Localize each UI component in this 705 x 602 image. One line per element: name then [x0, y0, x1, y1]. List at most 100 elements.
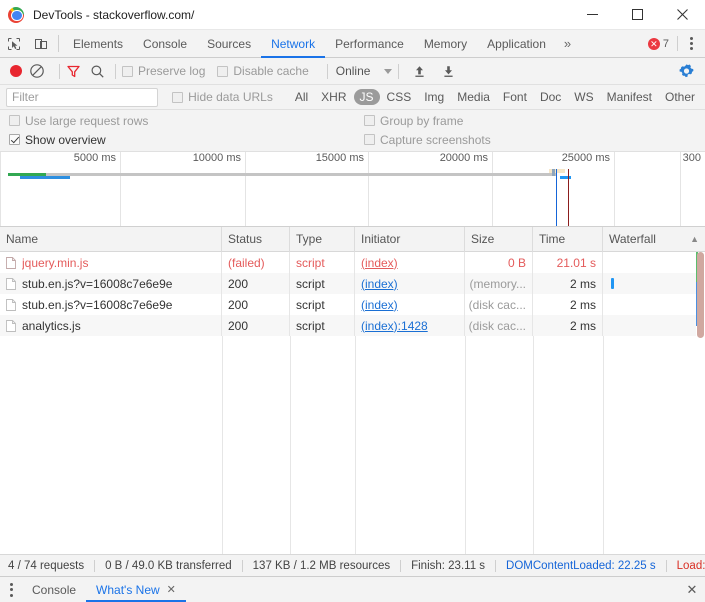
inspect-element-icon[interactable]: [0, 30, 27, 57]
toolbar-divider: [326, 63, 328, 79]
tab-memory[interactable]: Memory: [414, 30, 477, 57]
column-header-initiator[interactable]: Initiator: [355, 227, 465, 252]
status-divider: [495, 559, 497, 572]
status-value: 200: [228, 276, 249, 291]
type-filter-media[interactable]: Media: [451, 89, 496, 105]
window-title: DevTools - stackoverflow.com/: [33, 7, 195, 22]
type-filter-all[interactable]: All: [289, 89, 314, 105]
request-name: analytics.js: [22, 318, 81, 333]
status-divider: [94, 559, 96, 572]
show-overview-checkbox[interactable]: Show overview: [9, 133, 364, 147]
drawer-tab-console[interactable]: Console: [22, 577, 86, 602]
column-header-waterfall[interactable]: Waterfall ▲: [603, 227, 705, 252]
type-filter-xhr[interactable]: XHR: [315, 89, 352, 105]
hide-data-urls-label: Hide data URLs: [188, 90, 273, 104]
import-har-up-arrow-icon[interactable]: [412, 64, 427, 79]
tab-elements[interactable]: Elements: [63, 30, 133, 57]
export-har-down-arrow-icon[interactable]: [441, 64, 456, 79]
overview-window-handle-left[interactable]: [552, 169, 555, 176]
gear-icon[interactable]: [678, 63, 695, 80]
initiator-link[interactable]: (index): [361, 298, 398, 312]
column-header-size[interactable]: Size: [465, 227, 533, 252]
type-filter-other[interactable]: Other: [659, 89, 701, 105]
funnel-filter-icon[interactable]: [66, 64, 81, 79]
cell-waterfall: [603, 315, 705, 336]
tab-label: Elements: [73, 36, 124, 51]
group-by-frame-checkbox[interactable]: Group by frame: [364, 114, 463, 128]
script-file-icon: [6, 319, 16, 332]
toolbar-divider: [58, 35, 59, 52]
cell-type: script: [290, 273, 355, 294]
table-row[interactable]: stub.en.js?v=16008c7e6e9e 200 script (in…: [0, 273, 705, 294]
tab-sources[interactable]: Sources: [197, 30, 261, 57]
type-filter-font[interactable]: Font: [497, 89, 533, 105]
cell-time: 2 ms: [533, 315, 603, 336]
status-value: (failed): [228, 255, 265, 270]
use-large-request-rows-checkbox[interactable]: Use large request rows: [9, 114, 364, 128]
maximize-button[interactable]: [615, 0, 660, 30]
drawer-kebab-menu-icon[interactable]: [0, 577, 22, 602]
status-divider: [241, 559, 243, 572]
tabbar-spacer: [579, 30, 642, 57]
preserve-log-checkbox[interactable]: Preserve log: [122, 64, 205, 78]
table-row[interactable]: stub.en.js?v=16008c7e6e9e 200 script (in…: [0, 294, 705, 315]
cell-name: stub.en.js?v=16008c7e6e9e: [0, 294, 222, 315]
column-header-status[interactable]: Status: [222, 227, 290, 252]
status-transferred: 0 B / 49.0 KB transferred: [105, 559, 232, 572]
status-resources: 137 KB / 1.2 MB resources: [252, 559, 391, 572]
scrollbar-thumb[interactable]: [697, 252, 704, 338]
hide-data-urls-checkbox[interactable]: Hide data URLs: [172, 90, 273, 104]
error-count-label: 7: [662, 37, 669, 50]
close-button[interactable]: [660, 0, 705, 30]
more-tabs-label: »: [563, 36, 572, 51]
search-magnifier-icon[interactable]: [90, 64, 105, 79]
device-toolbar-icon[interactable]: [27, 30, 54, 57]
type-filter-ws[interactable]: WS: [568, 89, 599, 105]
disable-cache-checkbox[interactable]: Disable cache: [217, 64, 309, 78]
type-filter-js[interactable]: JS: [353, 89, 380, 105]
close-drawer-icon[interactable]: ✕: [679, 577, 705, 602]
error-count-badge[interactable]: ✕ 7: [642, 30, 675, 57]
overview-load-marker: [568, 169, 569, 226]
cell-status: (failed): [222, 252, 290, 273]
window-titlebar: DevTools - stackoverflow.com/: [0, 0, 705, 30]
record-button-icon[interactable]: [10, 65, 22, 77]
column-header-type[interactable]: Type: [290, 227, 355, 252]
clear-icon[interactable]: [29, 63, 45, 79]
overview-tick-label: 15000 ms: [315, 152, 364, 164]
column-header-waterfall-label: Waterfall: [609, 232, 656, 246]
tab-network[interactable]: Network: [261, 30, 326, 58]
type-filter-manifest[interactable]: Manifest: [601, 89, 658, 105]
column-header-time[interactable]: Time: [533, 227, 603, 252]
table-row[interactable]: jquery.min.js (failed) script (index) 0 …: [0, 252, 705, 273]
network-overview-timeline[interactable]: 5000 ms 10000 ms 15000 ms 20000 ms 25000…: [0, 152, 705, 227]
table-vertical-scrollbar[interactable]: [696, 252, 705, 554]
type-filter-img[interactable]: Img: [418, 89, 450, 105]
tab-performance[interactable]: Performance: [325, 30, 414, 57]
table-row[interactable]: analytics.js 200 script (index):1428 (di…: [0, 315, 705, 336]
column-separator: [355, 336, 356, 554]
tab-console[interactable]: Console: [133, 30, 197, 57]
filter-input[interactable]: Filter: [6, 87, 159, 107]
drawer-tab-close-icon[interactable]: ✕: [167, 583, 176, 596]
drawer-tab-whats-new[interactable]: What's New ✕: [86, 577, 186, 602]
throttle-dropdown[interactable]: Online: [334, 64, 393, 78]
capture-screenshots-checkbox[interactable]: Capture screenshots: [364, 133, 491, 147]
column-separator: [533, 336, 534, 554]
checkbox-box: [122, 65, 133, 77]
overview-ruler: 5000 ms 10000 ms 15000 ms 20000 ms 25000…: [0, 152, 705, 168]
resource-type-filters: All XHR JS CSS Img Media Font Doc WS Man…: [289, 89, 701, 105]
column-header-name[interactable]: Name: [0, 227, 222, 252]
minimize-button[interactable]: [570, 0, 615, 30]
type-filter-css[interactable]: CSS: [381, 89, 418, 105]
initiator-link[interactable]: (index): [361, 256, 398, 270]
disable-cache-label: Disable cache: [233, 64, 309, 78]
tab-application[interactable]: Application: [477, 30, 556, 57]
initiator-link[interactable]: (index): [361, 277, 398, 291]
time-value: 21.01 s: [556, 255, 596, 270]
network-request-table: Name Status Type Initiator Size Time Wat…: [0, 227, 705, 554]
type-filter-doc[interactable]: Doc: [534, 89, 567, 105]
kebab-menu-icon[interactable]: [680, 30, 702, 57]
more-tabs-chevron-icon[interactable]: »: [556, 30, 579, 57]
initiator-link[interactable]: (index):1428: [361, 319, 428, 333]
